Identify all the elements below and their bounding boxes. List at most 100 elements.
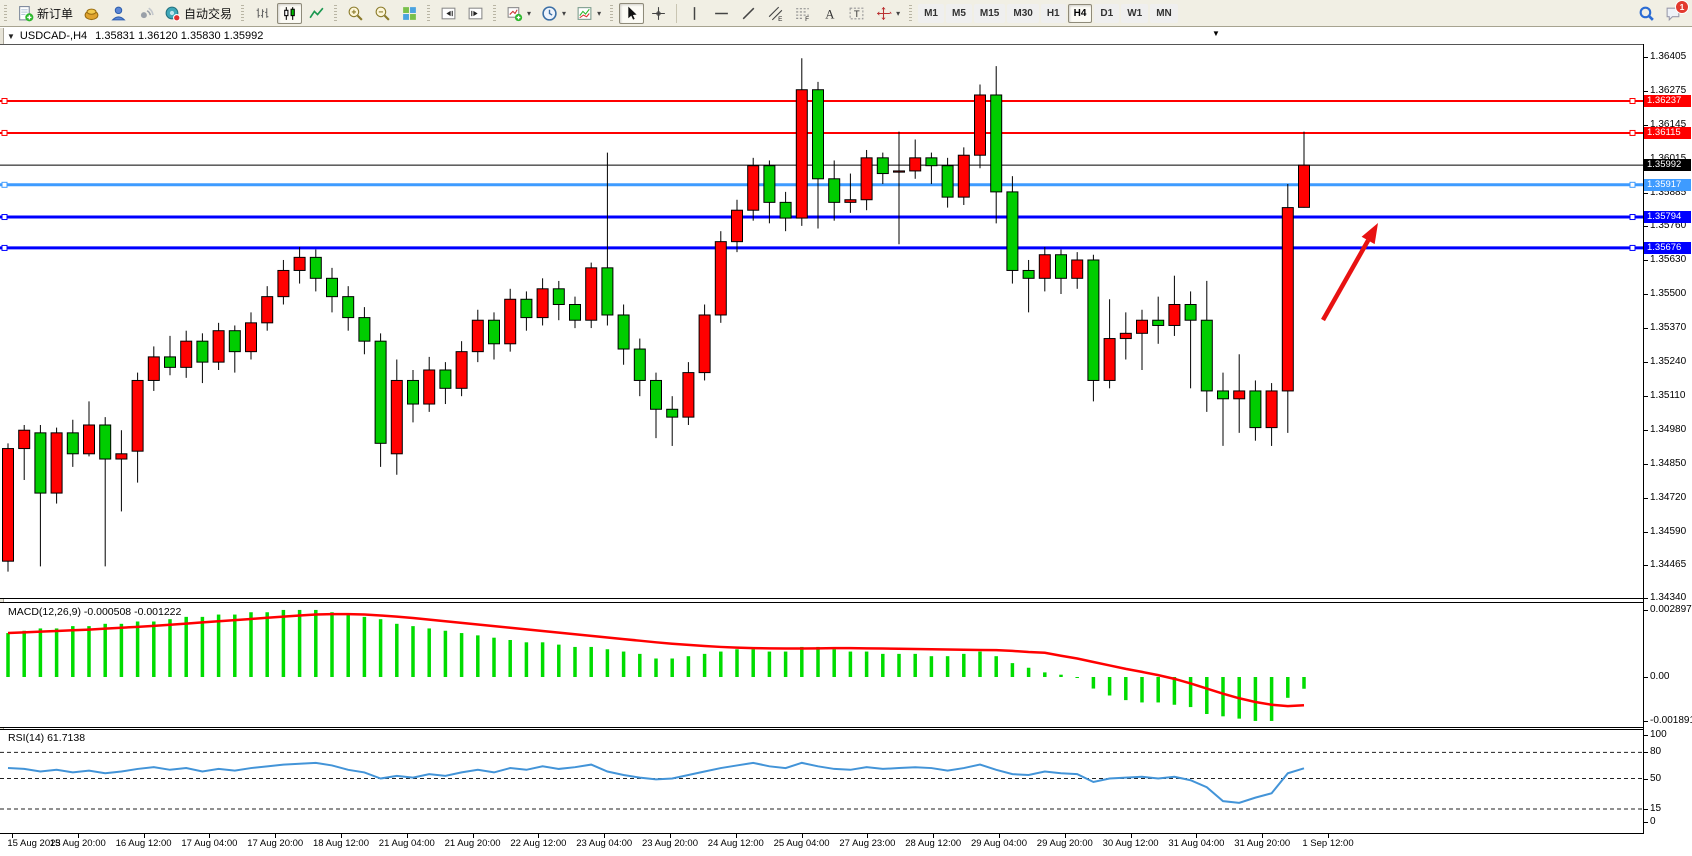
chart-collapse-icon[interactable]: ▼ bbox=[7, 32, 15, 41]
new-order-button[interactable]: 新订单 bbox=[13, 3, 77, 24]
price-chart-pane[interactable] bbox=[0, 44, 1643, 598]
timeframe-h4-button[interactable]: H4 bbox=[1068, 4, 1093, 23]
candle-body bbox=[942, 166, 953, 197]
horizontal-line-button[interactable] bbox=[709, 3, 734, 24]
chevron-down-icon[interactable]: ▾ bbox=[597, 9, 601, 18]
candle-body bbox=[505, 299, 516, 344]
auto-scroll-button[interactable] bbox=[436, 3, 461, 24]
hline-handle[interactable] bbox=[2, 99, 7, 104]
equidistant-channel-icon: E bbox=[767, 5, 784, 22]
chart-shift-marker-icon[interactable]: ▼ bbox=[1212, 29, 1220, 38]
vertical-line-button[interactable] bbox=[682, 3, 707, 24]
search-icon[interactable] bbox=[1638, 5, 1655, 22]
candle-body bbox=[132, 380, 143, 451]
candle-body bbox=[764, 166, 775, 203]
macd-bar bbox=[265, 612, 269, 677]
autotrade-button[interactable]: 自动交易 bbox=[160, 3, 236, 24]
chart-shift-button[interactable] bbox=[463, 3, 488, 24]
candle-body bbox=[116, 454, 127, 459]
timeframe-m1-button[interactable]: M1 bbox=[918, 4, 944, 23]
hline-handle[interactable] bbox=[2, 245, 7, 250]
time-axis[interactable]: 15 Aug 202315 Aug 20:0016 Aug 12:0017 Au… bbox=[0, 834, 1692, 856]
timeframe-d1-button[interactable]: D1 bbox=[1094, 4, 1119, 23]
equidistant-channel-button[interactable]: E bbox=[763, 3, 788, 24]
toolbar-separator bbox=[676, 4, 677, 23]
timeframe-m15-button[interactable]: M15 bbox=[974, 4, 1005, 23]
hline-handle[interactable] bbox=[1630, 182, 1635, 187]
chevron-down-icon[interactable]: ▾ bbox=[896, 9, 900, 18]
toolbar-drag-handle[interactable] bbox=[427, 5, 430, 21]
notifications-button[interactable]: 1 bbox=[1665, 5, 1682, 22]
new-chart-button[interactable]: ▾ bbox=[502, 3, 535, 24]
crosshair-button[interactable] bbox=[646, 3, 671, 24]
timeframe-w1-button[interactable]: W1 bbox=[1121, 4, 1148, 23]
text-label-button[interactable]: T bbox=[844, 3, 869, 24]
zoom-out-button[interactable] bbox=[370, 3, 395, 24]
timeframe-m5-button[interactable]: M5 bbox=[946, 4, 972, 23]
macd-bar bbox=[411, 626, 415, 677]
trendline-button[interactable] bbox=[736, 3, 761, 24]
signals-button[interactable] bbox=[133, 3, 158, 24]
auto-scroll-icon bbox=[440, 5, 457, 22]
hline-handle[interactable] bbox=[1630, 245, 1635, 250]
toolbar-drag-handle[interactable] bbox=[241, 5, 244, 21]
crosshair-icon bbox=[650, 5, 667, 22]
timeframe-m30-button[interactable]: M30 bbox=[1007, 4, 1038, 23]
fibonacci-button[interactable]: F bbox=[790, 3, 815, 24]
rsi-indicator-pane[interactable] bbox=[0, 729, 1643, 833]
main-pane-bottom-border[interactable] bbox=[0, 598, 1643, 599]
toolbar-drag-handle[interactable] bbox=[334, 5, 337, 21]
hline-handle[interactable] bbox=[2, 182, 7, 187]
macd-pane-bottom-border[interactable] bbox=[0, 727, 1643, 728]
toolbar-drag-handle[interactable] bbox=[610, 5, 613, 21]
macd-bar bbox=[87, 626, 91, 677]
price-tick-mark bbox=[1644, 294, 1648, 295]
candle-body bbox=[35, 433, 46, 493]
chevron-down-icon[interactable]: ▾ bbox=[527, 9, 531, 18]
candlestick-chart-button[interactable] bbox=[277, 3, 302, 24]
svg-text:T: T bbox=[854, 9, 860, 20]
macd-bar bbox=[735, 649, 739, 677]
candle-body bbox=[877, 158, 888, 174]
zoom-in-button[interactable] bbox=[343, 3, 368, 24]
timeframe-mn-button[interactable]: MN bbox=[1150, 4, 1178, 23]
line-chart-button[interactable] bbox=[304, 3, 329, 24]
community-button[interactable] bbox=[106, 3, 131, 24]
candle-body bbox=[926, 158, 937, 166]
time-tick-label: 16 Aug 12:00 bbox=[116, 838, 172, 849]
hline-handle[interactable] bbox=[1630, 99, 1635, 104]
time-tick-label: 22 Aug 12:00 bbox=[510, 838, 566, 849]
macd-bar bbox=[1189, 677, 1193, 707]
macd-pane-top-border bbox=[0, 602, 1643, 603]
candle-body bbox=[699, 315, 710, 373]
candle-body bbox=[861, 158, 872, 200]
cursor-button[interactable] bbox=[619, 3, 644, 24]
chevron-down-icon[interactable]: ▾ bbox=[562, 9, 566, 18]
macd-indicator-pane[interactable] bbox=[0, 602, 1643, 727]
trend-arrow-annotation[interactable] bbox=[1323, 223, 1378, 320]
text-button[interactable]: A bbox=[817, 3, 842, 24]
tile-windows-button[interactable] bbox=[397, 3, 422, 24]
macd-bar bbox=[881, 654, 885, 677]
arrows-button[interactable]: ▾ bbox=[871, 3, 904, 24]
price-axis[interactable]: 1.364051.362751.361451.360151.358851.357… bbox=[1644, 44, 1692, 856]
time-tick-label: 1 Sep 12:00 bbox=[1302, 838, 1353, 849]
time-tick-label: 30 Aug 12:00 bbox=[1103, 838, 1159, 849]
hline-handle[interactable] bbox=[2, 215, 7, 220]
hline-handle[interactable] bbox=[1630, 215, 1635, 220]
macd-bar bbox=[330, 612, 334, 677]
macd-bar bbox=[298, 610, 302, 677]
indicators-button[interactable]: ▾ bbox=[572, 3, 605, 24]
periods-button[interactable]: ▾ bbox=[537, 3, 570, 24]
bar-chart-button[interactable] bbox=[250, 3, 275, 24]
toolbar-drag-handle[interactable] bbox=[909, 5, 912, 21]
toolbar-drag-handle[interactable] bbox=[493, 5, 496, 21]
candle-body bbox=[651, 380, 662, 409]
hline-handle[interactable] bbox=[1630, 130, 1635, 135]
hline-handle[interactable] bbox=[2, 130, 7, 135]
timeframe-h1-button[interactable]: H1 bbox=[1041, 4, 1066, 23]
candle-body bbox=[165, 357, 176, 367]
deposit-button[interactable] bbox=[79, 3, 104, 24]
macd-bar bbox=[427, 628, 431, 677]
toolbar-drag-handle[interactable] bbox=[4, 5, 7, 21]
